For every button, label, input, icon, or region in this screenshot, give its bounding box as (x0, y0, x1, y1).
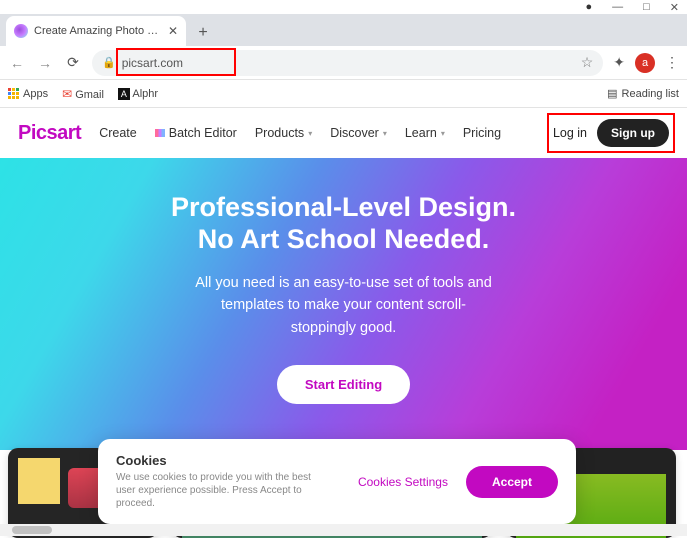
hero-sub-line1: All you need is an easy-to-use set of to… (195, 275, 492, 291)
gmail-label: Gmail (75, 89, 104, 101)
bookmark-star-icon[interactable]: ☆ (581, 54, 594, 71)
alphr-icon: A (118, 88, 130, 100)
nav-learn[interactable]: Learn ▾ (405, 126, 445, 140)
cookies-settings-link[interactable]: Cookies Settings (358, 475, 448, 489)
apps-grid-icon (8, 88, 19, 99)
nav-products[interactable]: Products ▾ (255, 126, 312, 140)
nav-create[interactable]: Create (99, 126, 137, 140)
hero-title-line2: No Art School Needed. (198, 224, 490, 254)
back-button[interactable]: ← (8, 55, 26, 71)
apps-shortcut[interactable]: Apps (8, 88, 48, 100)
nav-batch-editor[interactable]: Batch Editor (155, 126, 237, 140)
nav-learn-label: Learn (405, 126, 437, 140)
address-bar[interactable]: 🔒 picsart.com ☆ (92, 50, 603, 76)
auth-group: Log in Sign up (553, 119, 669, 147)
start-editing-button[interactable]: Start Editing (277, 365, 410, 404)
nav-discover-label: Discover (330, 126, 379, 140)
hero-title-line1: Professional-Level Design. (171, 192, 516, 222)
reload-button[interactable]: ⟳ (64, 54, 82, 71)
nav-discover[interactable]: Discover ▾ (330, 126, 387, 140)
minimize-button[interactable]: — (612, 1, 623, 13)
reading-list-icon: ▤ (607, 87, 617, 100)
gmail-icon: ✉ (62, 87, 72, 101)
nav-pricing[interactable]: Pricing (463, 126, 501, 140)
chevron-down-icon: ▾ (383, 129, 387, 138)
hero-sub-line3: stoppingly good. (291, 320, 397, 336)
hero-subtitle: All you need is an easy-to-use set of to… (195, 272, 492, 339)
bookmark-gmail[interactable]: ✉ Gmail (62, 87, 104, 101)
hero-sub-line2: templates to make your content scroll- (221, 297, 466, 313)
nav-batch-label: Batch Editor (169, 126, 237, 140)
bookmarks-bar: Apps ✉ Gmail A Alphr ▤ Reading list (0, 80, 687, 108)
reading-list-label: Reading list (622, 88, 679, 100)
horizontal-scrollbar[interactable] (0, 524, 687, 536)
cookies-title: Cookies (116, 453, 316, 468)
browser-tab[interactable]: Create Amazing Photo & Video | ✕ (6, 16, 186, 46)
close-tab-icon[interactable]: ✕ (168, 24, 178, 38)
hero-section: Professional-Level Design. No Art School… (0, 158, 687, 450)
favicon-icon (14, 24, 28, 38)
apps-label: Apps (23, 88, 48, 100)
lock-icon: 🔒 (102, 56, 116, 69)
site-header: Picsart Create Batch Editor Products ▾ Di… (0, 108, 687, 158)
url-text: picsart.com (122, 56, 183, 70)
login-link[interactable]: Log in (553, 126, 587, 140)
cookies-banner: Cookies We use cookies to provide you wi… (98, 439, 576, 524)
chevron-down-icon: ▾ (441, 129, 445, 138)
logo[interactable]: Picsart (18, 122, 81, 145)
hero-title: Professional-Level Design. No Art School… (171, 192, 516, 256)
signup-button[interactable]: Sign up (597, 119, 669, 147)
tab-title: Create Amazing Photo & Video | (34, 25, 162, 37)
kebab-menu-icon[interactable]: ⋮ (665, 54, 679, 71)
record-icon[interactable]: ● (585, 1, 592, 13)
chevron-down-icon: ▾ (308, 129, 312, 138)
tab-strip: Create Amazing Photo & Video | ✕ + (0, 14, 687, 46)
cookies-accept-button[interactable]: Accept (466, 466, 558, 498)
bookmark-alphr[interactable]: A Alphr (118, 88, 158, 100)
batch-icon (155, 129, 165, 137)
profile-avatar[interactable]: a (635, 53, 655, 73)
new-tab-button[interactable]: + (190, 20, 216, 46)
alphr-label: Alphr (132, 88, 158, 100)
reading-list-button[interactable]: ▤ Reading list (607, 87, 679, 100)
maximize-button[interactable]: □ (643, 1, 650, 13)
window-titlebar: ● — □ ✕ (0, 0, 687, 14)
cookies-body: We use cookies to provide you with the b… (116, 471, 316, 510)
forward-button: → (36, 55, 54, 71)
close-window-button[interactable]: ✕ (670, 1, 679, 14)
extensions-icon[interactable]: ✦ (613, 54, 625, 71)
browser-toolbar: ← → ⟳ 🔒 picsart.com ☆ ✦ a ⋮ (0, 46, 687, 80)
nav-products-label: Products (255, 126, 304, 140)
